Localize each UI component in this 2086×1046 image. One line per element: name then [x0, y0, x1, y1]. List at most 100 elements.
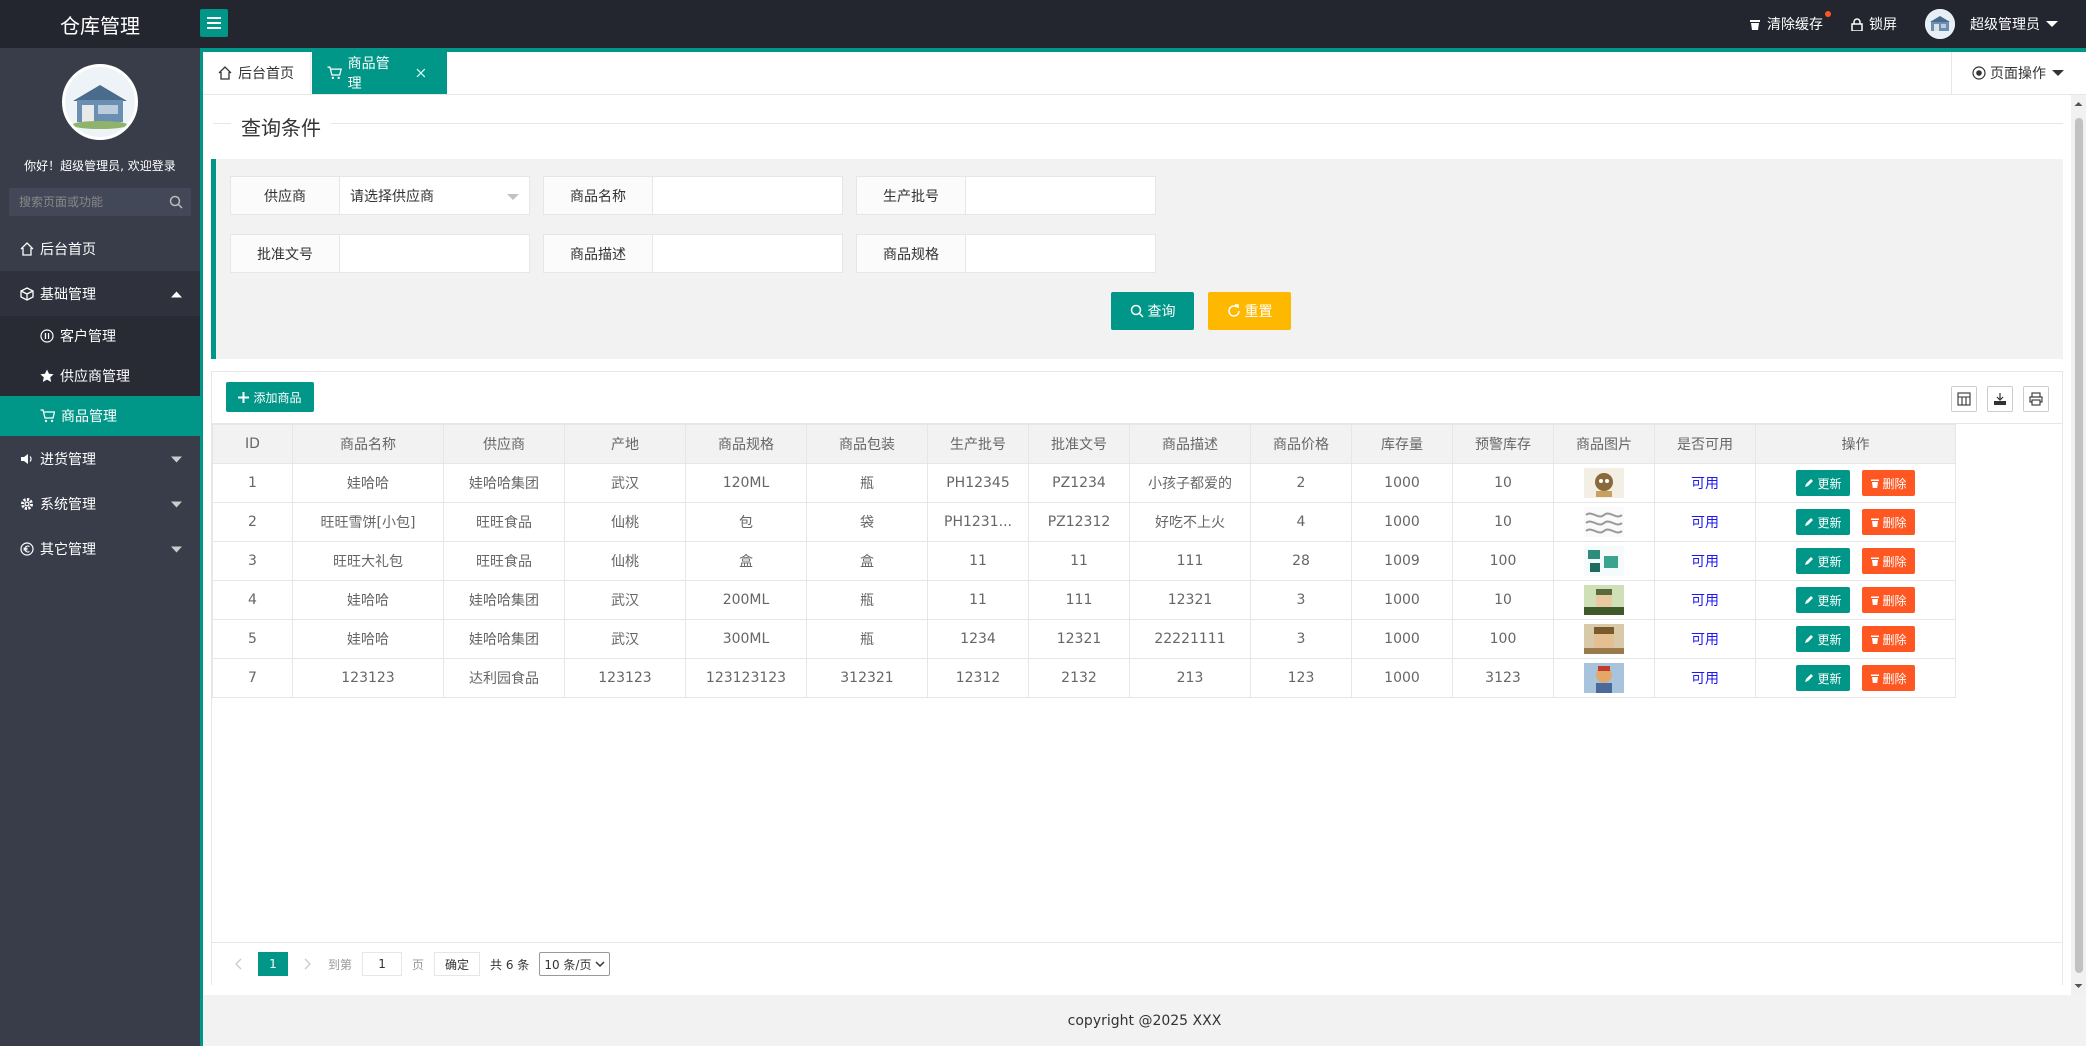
- home-icon: [218, 66, 232, 80]
- goto-page-input[interactable]: 1: [362, 952, 403, 976]
- delete-button[interactable]: 删除: [1861, 548, 1915, 574]
- table-cell: 4: [212, 580, 293, 620]
- update-button[interactable]: 更新: [1796, 587, 1850, 613]
- sidebar-item-home[interactable]: 后台首页: [0, 226, 200, 271]
- delete-button[interactable]: 删除: [1861, 470, 1915, 496]
- spec-field: 商品规格: [856, 234, 1156, 273]
- description-input[interactable]: [653, 234, 843, 273]
- column-header[interactable]: 预警库存: [1452, 424, 1554, 464]
- sidebar: 你好！超级管理员, 欢迎登录 后台首页 基础管理 客户管理 供应商管理: [0, 48, 200, 1046]
- pencil-icon: [1805, 596, 1814, 604]
- column-header[interactable]: 商品价格: [1250, 424, 1352, 464]
- delete-button[interactable]: 删除: [1861, 587, 1915, 613]
- product-image[interactable]: [1584, 585, 1624, 615]
- availability-cell: 可用: [1654, 658, 1756, 698]
- sidebar-item-other[interactable]: 其它管理: [0, 526, 200, 571]
- table-cell: 旺旺食品: [443, 502, 565, 542]
- update-button[interactable]: 更新: [1796, 470, 1850, 496]
- update-label: 更新: [1817, 632, 1842, 647]
- column-header[interactable]: 商品规格: [685, 424, 807, 464]
- sidebar-item-purchase[interactable]: 进货管理: [0, 436, 200, 481]
- scrollbar-thumb[interactable]: [2075, 118, 2083, 973]
- cart-icon: [40, 409, 55, 423]
- export-button[interactable]: [1987, 386, 2013, 412]
- prev-page-button[interactable]: [228, 958, 248, 970]
- scroll-up-icon[interactable]: [2071, 98, 2086, 110]
- approval-no-input[interactable]: [340, 234, 530, 273]
- update-label: 更新: [1817, 515, 1842, 530]
- user-menu[interactable]: 超级管理员: [1925, 9, 2064, 39]
- next-page-button[interactable]: [298, 958, 318, 970]
- column-header[interactable]: ID: [212, 424, 293, 464]
- caret-down-icon: [171, 546, 182, 553]
- column-header[interactable]: 商品描述: [1129, 424, 1251, 464]
- sidebar-item-suppliers[interactable]: 供应商管理: [0, 356, 200, 396]
- column-header[interactable]: 是否可用: [1654, 424, 1756, 464]
- supplier-select-value: 请选择供应商: [350, 188, 434, 205]
- add-goods-button[interactable]: 添加商品: [226, 382, 314, 412]
- current-page-button[interactable]: 1: [258, 952, 288, 976]
- sidebar-item-system[interactable]: 系统管理: [0, 481, 200, 526]
- menu-toggle-button[interactable]: [200, 9, 228, 37]
- lock-screen-label: 锁屏: [1869, 17, 1897, 33]
- sidebar-item-basic[interactable]: 基础管理: [0, 271, 200, 316]
- search-icon[interactable]: [169, 195, 183, 209]
- reset-button[interactable]: 重置: [1208, 292, 1291, 330]
- supplier-field: 供应商 请选择供应商: [230, 176, 530, 215]
- reset-button-label: 重置: [1244, 304, 1273, 320]
- goods-name-input[interactable]: [653, 176, 843, 215]
- update-button[interactable]: 更新: [1796, 509, 1850, 535]
- product-image[interactable]: [1584, 624, 1624, 654]
- close-icon[interactable]: [416, 68, 426, 78]
- goto-confirm-button[interactable]: 确定: [434, 952, 481, 976]
- actions-cell: 更新 删除: [1755, 580, 1956, 620]
- content-scrollbar[interactable]: [2071, 95, 2086, 995]
- table-cell: 武汉: [564, 463, 686, 503]
- sidebar-search-input[interactable]: [9, 188, 191, 216]
- lock-screen-button[interactable]: 锁屏: [1851, 14, 1897, 34]
- page-operations-menu[interactable]: 页面操作: [1951, 52, 2086, 94]
- product-image[interactable]: [1584, 663, 1624, 693]
- column-header[interactable]: 生产批号: [927, 424, 1029, 464]
- column-header[interactable]: 产地: [564, 424, 686, 464]
- delete-button[interactable]: 删除: [1861, 665, 1915, 691]
- column-header[interactable]: 批准文号: [1028, 424, 1130, 464]
- tab-home[interactable]: 后台首页: [203, 52, 311, 94]
- column-header[interactable]: 商品图片: [1553, 424, 1655, 464]
- update-button[interactable]: 更新: [1796, 548, 1850, 574]
- spec-input[interactable]: [966, 234, 1156, 273]
- product-image[interactable]: [1584, 546, 1624, 576]
- table-cell: 213: [1129, 658, 1251, 698]
- supplier-select[interactable]: 请选择供应商: [340, 176, 530, 215]
- table-cell: 10: [1452, 580, 1554, 620]
- product-image[interactable]: [1584, 507, 1624, 537]
- pencil-icon: [1805, 479, 1814, 487]
- table-cell: PZ1234: [1028, 463, 1130, 503]
- scroll-down-icon[interactable]: [2071, 980, 2086, 992]
- sidebar-item-label: 进货管理: [40, 451, 96, 468]
- table-cell: 武汉: [564, 619, 686, 659]
- batch-no-input[interactable]: [966, 176, 1156, 215]
- column-header[interactable]: 供应商: [443, 424, 565, 464]
- column-header[interactable]: 操作: [1755, 424, 1956, 464]
- sidebar-item-goods[interactable]: 商品管理: [0, 396, 200, 436]
- column-header[interactable]: 库存量: [1351, 424, 1453, 464]
- page-size-select[interactable]: 10 条/页: [539, 952, 611, 976]
- column-header[interactable]: 商品名称: [292, 424, 444, 464]
- product-image[interactable]: [1584, 468, 1624, 498]
- table-cell: 7: [212, 658, 293, 698]
- update-button[interactable]: 更新: [1796, 665, 1850, 691]
- tab-goods[interactable]: 商品管理: [312, 52, 447, 94]
- search-button[interactable]: 查询: [1111, 292, 1194, 330]
- sidebar-item-customers[interactable]: 客户管理: [0, 316, 200, 356]
- column-header[interactable]: 商品包装: [806, 424, 928, 464]
- clear-cache-button[interactable]: 清除缓存: [1749, 11, 1831, 34]
- update-button[interactable]: 更新: [1796, 626, 1850, 652]
- table-cell: 12321: [1129, 580, 1251, 620]
- print-button[interactable]: [2023, 386, 2049, 412]
- delete-button[interactable]: 删除: [1861, 626, 1915, 652]
- columns-filter-button[interactable]: [1951, 386, 1977, 412]
- add-goods-label: 添加商品: [253, 390, 302, 405]
- delete-button[interactable]: 删除: [1861, 509, 1915, 535]
- sidebar-item-label: 客户管理: [60, 329, 116, 345]
